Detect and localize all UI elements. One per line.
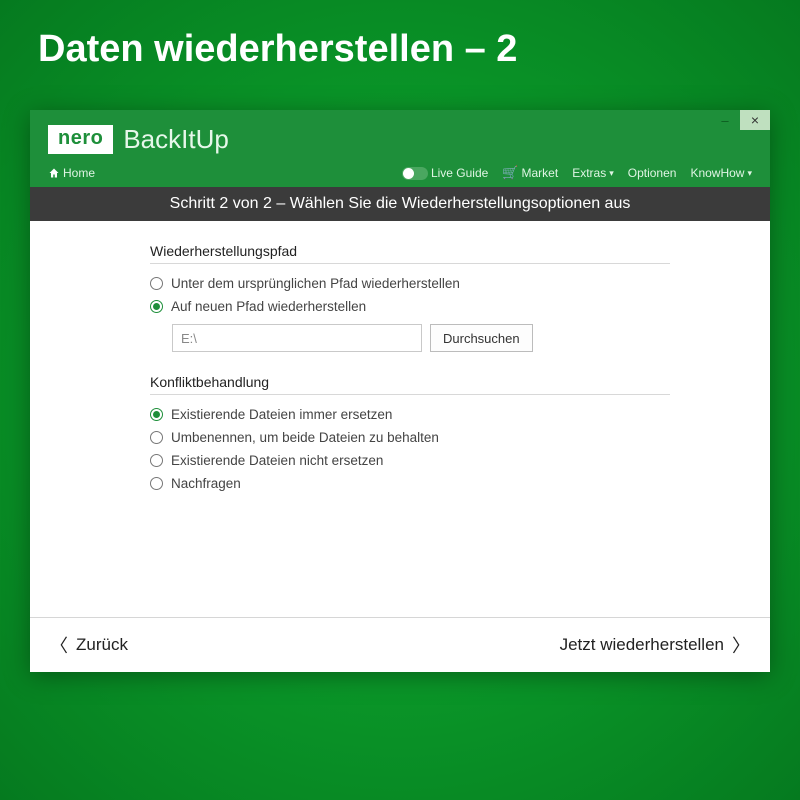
knowhow-label: KnowHow bbox=[690, 166, 744, 180]
radio-new-label: Auf neuen Pfad wiederherstellen bbox=[171, 299, 366, 314]
radio-original-path[interactable]: Unter dem ursprünglichen Pfad wiederhers… bbox=[150, 276, 670, 291]
live-guide-toggle[interactable]: Live Guide bbox=[402, 166, 488, 180]
extras-menu[interactable]: Extras ▾ bbox=[572, 166, 614, 180]
market-label: Market bbox=[522, 166, 559, 180]
restore-now-button[interactable]: Jetzt wiederherstellen 〉 bbox=[560, 632, 750, 658]
menubar: Home Live Guide 🛒 Market Extras ▾ Option… bbox=[48, 165, 752, 181]
app-header: nero BackItUp Home Live Guide 🛒 Market E… bbox=[30, 110, 770, 187]
home-label: Home bbox=[63, 166, 95, 180]
radio-rename-label: Umbenennen, um beide Dateien zu behalten bbox=[171, 430, 439, 445]
radio-icon bbox=[150, 300, 163, 313]
divider bbox=[150, 263, 670, 264]
radio-new-path[interactable]: Auf neuen Pfad wiederherstellen bbox=[150, 299, 670, 314]
radio-ask[interactable]: Nachfragen bbox=[150, 476, 670, 491]
home-link[interactable]: Home bbox=[48, 166, 95, 180]
optionen-label: Optionen bbox=[628, 166, 677, 180]
radio-icon bbox=[150, 277, 163, 290]
radio-ask-label: Nachfragen bbox=[171, 476, 241, 491]
toggle-icon bbox=[402, 167, 428, 180]
back-button[interactable]: 〈 Zurück bbox=[50, 632, 128, 658]
chevron-left-icon: 〈 bbox=[50, 632, 68, 658]
page-heading: Daten wiederherstellen – 2 bbox=[0, 0, 800, 95]
browse-button[interactable]: Durchsuchen bbox=[430, 324, 533, 352]
radio-icon bbox=[150, 408, 163, 421]
back-label: Zurück bbox=[76, 635, 128, 655]
radio-icon bbox=[150, 454, 163, 467]
step-bar: Schritt 2 von 2 – Wählen Sie die Wiederh… bbox=[30, 187, 770, 221]
knowhow-menu[interactable]: KnowHow ▾ bbox=[690, 166, 752, 180]
radio-rename[interactable]: Umbenennen, um beide Dateien zu behalten bbox=[150, 430, 670, 445]
minimize-button[interactable]: – bbox=[710, 110, 740, 130]
content-area: Wiederherstellungspfad Unter dem ursprün… bbox=[30, 221, 770, 617]
close-button[interactable]: × bbox=[740, 110, 770, 130]
section-conflict-title: Konfliktbehandlung bbox=[150, 374, 670, 390]
radio-original-label: Unter dem ursprünglichen Pfad wiederhers… bbox=[171, 276, 460, 291]
path-row: Durchsuchen bbox=[172, 324, 670, 352]
restore-now-label: Jetzt wiederherstellen bbox=[560, 635, 724, 655]
brand-product: BackItUp bbox=[123, 124, 229, 155]
home-icon bbox=[48, 167, 60, 179]
extras-label: Extras bbox=[572, 166, 606, 180]
footer: 〈 Zurück Jetzt wiederherstellen 〉 bbox=[30, 617, 770, 672]
radio-replace-label: Existierende Dateien immer ersetzen bbox=[171, 407, 392, 422]
optionen-menu[interactable]: Optionen bbox=[628, 166, 677, 180]
radio-skip-label: Existierende Dateien nicht ersetzen bbox=[171, 453, 383, 468]
market-link[interactable]: 🛒 Market bbox=[502, 165, 558, 181]
radio-icon bbox=[150, 431, 163, 444]
app-window: – × nero BackItUp Home Live Guide 🛒 Mark… bbox=[30, 110, 770, 672]
window-controls: – × bbox=[710, 110, 770, 130]
brand-row: nero BackItUp bbox=[48, 124, 752, 155]
path-input[interactable] bbox=[172, 324, 422, 352]
chevron-down-icon: ▾ bbox=[747, 168, 752, 179]
divider bbox=[150, 394, 670, 395]
chevron-right-icon: 〉 bbox=[732, 632, 750, 658]
radio-icon bbox=[150, 477, 163, 490]
radio-skip[interactable]: Existierende Dateien nicht ersetzen bbox=[150, 453, 670, 468]
basket-icon: 🛒 bbox=[502, 165, 518, 181]
section-path-title: Wiederherstellungspfad bbox=[150, 243, 670, 259]
live-guide-label: Live Guide bbox=[431, 166, 488, 180]
radio-replace[interactable]: Existierende Dateien immer ersetzen bbox=[150, 407, 670, 422]
brand-badge: nero bbox=[48, 125, 113, 154]
chevron-down-icon: ▾ bbox=[609, 168, 614, 179]
